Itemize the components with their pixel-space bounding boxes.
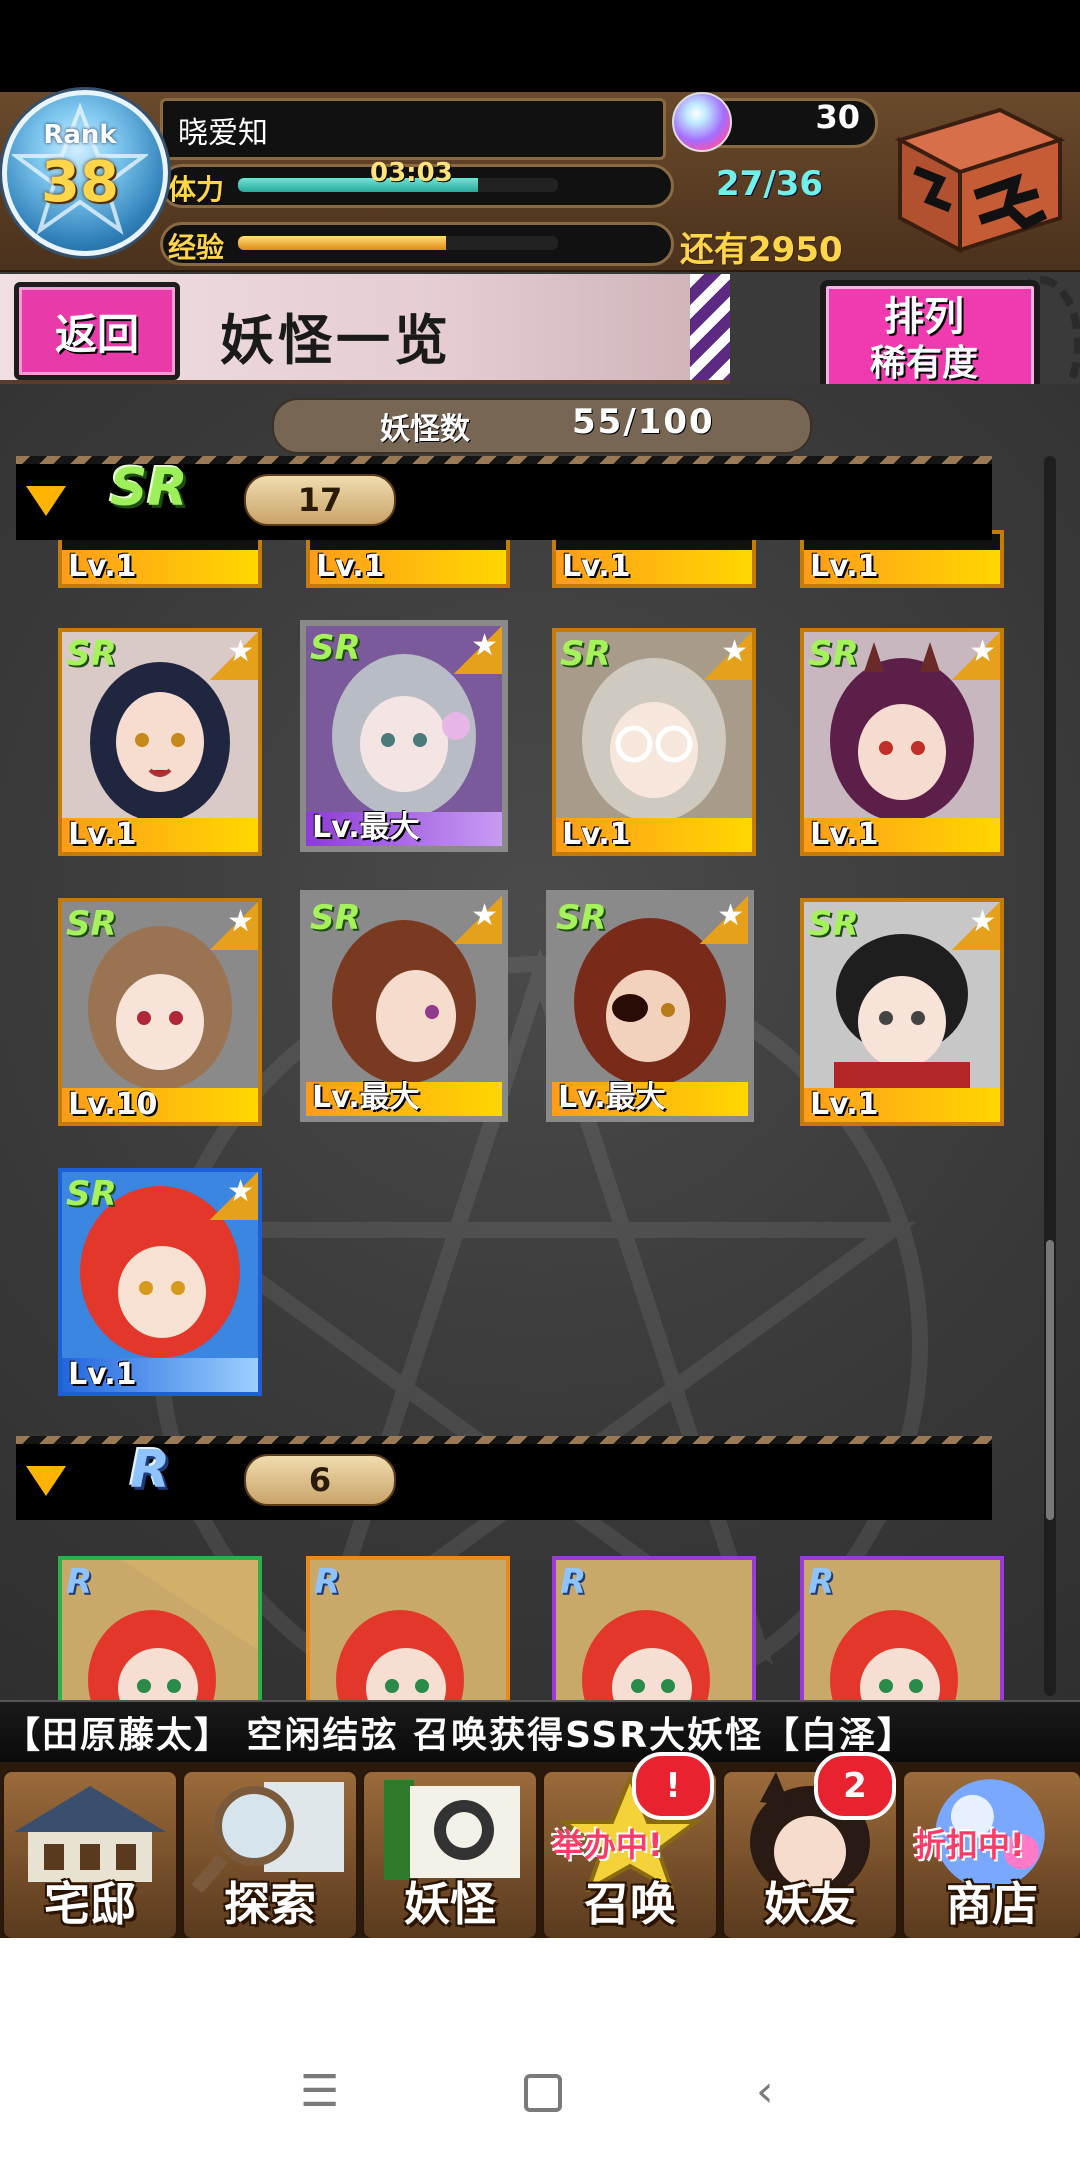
star-icon: ★ (952, 632, 1000, 680)
status-bar-area (0, 0, 1080, 92)
rarity-badge: SR (310, 898, 361, 938)
gem-orb-icon (672, 92, 732, 152)
sort-value: 稀有度 (869, 343, 978, 384)
rarity-badge: R (66, 1562, 93, 1602)
system-nav-bar (0, 1938, 1080, 2160)
back-button[interactable]: 返回 (14, 282, 180, 380)
exp-track (238, 236, 558, 250)
nav-mansion-button[interactable]: 宅邸 (2, 1770, 178, 1940)
rarity-badge: SR (560, 634, 611, 674)
nav-explore-button[interactable]: 探索 (182, 1770, 358, 1940)
friends-notification-badge: 2 (814, 1752, 896, 1820)
menu-icon[interactable]: ☰ (300, 2066, 339, 2117)
yokai-card[interactable]: SR ★ Lv.1 (800, 628, 1004, 856)
card-level: Lv.1 (68, 817, 137, 852)
yokai-card-selected[interactable]: SR ★ Lv.最大 (300, 890, 508, 1122)
treasure-chest-icon[interactable] (880, 100, 1070, 258)
home-icon[interactable] (524, 2074, 562, 2112)
rarity-badge: SR (310, 628, 361, 668)
rarity-sr-icon: SR (110, 458, 188, 518)
yokai-count-label: 妖怪数 (380, 412, 470, 447)
back-icon[interactable]: ‹ (756, 2066, 774, 2117)
page-title: 妖怪一览 (220, 309, 452, 372)
card-level: Lv.最大 (312, 810, 420, 845)
section-count: 6 (244, 1454, 396, 1506)
rarity-badge: SR (66, 634, 117, 674)
nav-label: 探索 (224, 1877, 316, 1931)
yokai-card[interactable]: R (552, 1556, 756, 1708)
player-name: 晓爱知 (178, 116, 268, 151)
exp-label: 经验 (168, 231, 225, 264)
gem-count: 30 (815, 98, 860, 136)
collapse-arrow-icon[interactable] (26, 1466, 66, 1496)
card-level: Lv.10 (68, 1087, 158, 1122)
yokai-count-pill (272, 398, 812, 454)
summon-event-tag: 举办中! (552, 1826, 663, 1864)
rank-label: Rank (43, 120, 117, 150)
stamina-timer: 03:03 (370, 158, 453, 188)
star-icon: ★ (210, 632, 258, 680)
stamina-label: 体力 (168, 173, 225, 206)
yokai-card[interactable]: SR ★ Lv.10 (58, 898, 262, 1126)
card-level: Lv.1 (810, 817, 879, 852)
rarity-badge: SR (808, 904, 859, 944)
rarity-r-icon: R (130, 1440, 171, 1500)
nav-label: 召唤 (584, 1877, 676, 1931)
card-level: Lv.1 (810, 549, 879, 584)
rarity-badge: SR (66, 904, 117, 944)
stamina-value: 27/36 (716, 164, 824, 204)
yokai-card[interactable]: R (306, 1556, 510, 1708)
yokai-card-selected[interactable]: SR ★ Lv.最大 (546, 890, 754, 1122)
card-level: Lv.最大 (558, 1080, 666, 1115)
star-icon: ★ (454, 626, 502, 674)
yokai-card[interactable]: SR ★ Lv.1 (552, 628, 756, 856)
nav-label: 妖友 (764, 1877, 856, 1931)
scrollbar-thumb[interactable] (1046, 1240, 1054, 1520)
section-count: 17 (244, 474, 396, 526)
rarity-badge: R (560, 1562, 587, 1602)
shop-discount-tag: 折扣中! (914, 1826, 1025, 1864)
yokai-card-selected[interactable]: SR ★ Lv.最大 (300, 620, 508, 852)
card-level: Lv.1 (562, 549, 631, 584)
star-icon: ★ (704, 632, 752, 680)
nav-label: 宅邸 (44, 1877, 136, 1931)
star-icon: ★ (210, 902, 258, 950)
rarity-badge: SR (808, 634, 859, 674)
card-level: Lv.最大 (312, 1080, 420, 1115)
rarity-badge: SR (66, 1174, 117, 1214)
card-level: Lv.1 (68, 549, 137, 584)
yokai-card[interactable]: SR ★ Lv.1 (58, 1168, 262, 1396)
game-screen: 晓爱知 体力 03:03 经验 30 27/36 还有2950 Rank 38 … (0, 0, 1080, 2160)
rank-value: 38 (41, 150, 119, 215)
exp-remaining: 还有2950 (680, 230, 843, 270)
yokai-card[interactable]: R (800, 1556, 1004, 1708)
card-level: Lv.1 (562, 817, 631, 852)
exp-fill (238, 236, 446, 250)
rarity-badge: SR (556, 898, 607, 938)
summon-notification-badge: ! (632, 1752, 714, 1820)
ticker-text: 【田原藤太】 空闲结弦 召唤获得SSR大妖怪【白泽】 (4, 1715, 916, 1756)
nav-label: 妖怪 (404, 1877, 496, 1931)
yokai-card[interactable]: SR ★ Lv.1 (58, 628, 262, 856)
nav-label: 商店 (946, 1877, 1038, 1931)
rarity-badge: R (808, 1562, 835, 1602)
star-icon: ★ (952, 902, 1000, 950)
collapse-arrow-icon[interactable] (26, 486, 66, 516)
card-level: Lv.1 (810, 1087, 879, 1122)
title-banner-stripes (690, 274, 730, 380)
star-icon: ★ (700, 896, 748, 944)
star-icon: ★ (210, 1172, 258, 1220)
yokai-count-value: 55/100 (572, 402, 715, 442)
rarity-badge: R (314, 1562, 341, 1602)
yokai-card[interactable]: SR ★ Lv.1 (800, 898, 1004, 1126)
nav-yokai-button[interactable]: 妖怪 (362, 1770, 538, 1940)
card-level: Lv.1 (68, 1357, 137, 1392)
card-level: Lv.1 (316, 549, 385, 584)
yokai-card[interactable]: R (58, 1556, 262, 1708)
star-icon: ★ (454, 896, 502, 944)
